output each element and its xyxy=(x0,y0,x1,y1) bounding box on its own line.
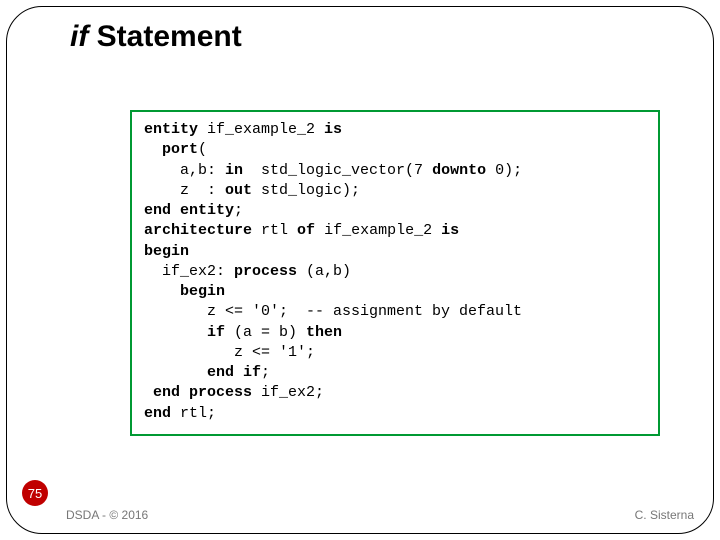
code-t xyxy=(144,324,207,341)
code-box: entity if_example_2 is port( a,b: in std… xyxy=(130,110,660,436)
kw-then: then xyxy=(306,324,342,341)
code-t: rtl xyxy=(252,222,297,239)
code-t: z <= '0'; -- assignment by default xyxy=(144,303,522,320)
code-t: if_example_2 xyxy=(315,222,441,239)
code-t: z : xyxy=(144,182,225,199)
kw-process: process xyxy=(234,263,297,280)
footer-left: DSDA - © 2016 xyxy=(66,508,148,522)
code-t: z <= '1'; xyxy=(144,344,315,361)
code-t xyxy=(144,364,207,381)
code-t: ; xyxy=(261,364,270,381)
kw-of: of xyxy=(297,222,315,239)
kw-endprocess: end process xyxy=(153,384,252,401)
code-t: rtl; xyxy=(171,405,216,422)
code-t: if_ex2: xyxy=(144,263,234,280)
kw-begin2: begin xyxy=(180,283,225,300)
code-t: std_logic); xyxy=(252,182,360,199)
kw-downto: downto xyxy=(432,162,486,179)
code-t: if_ex2; xyxy=(252,384,324,401)
code-t: (a,b) xyxy=(297,263,351,280)
code-t: std_logic_vector(7 xyxy=(243,162,432,179)
code-t: a,b: xyxy=(144,162,225,179)
kw-port: port xyxy=(144,141,198,158)
page-title: if Statement xyxy=(70,20,242,54)
kw-is: is xyxy=(324,121,342,138)
kw-begin: begin xyxy=(144,243,189,260)
footer-right: C. Sisterna xyxy=(635,508,694,522)
kw-in: in xyxy=(225,162,243,179)
code-t: ; xyxy=(234,202,243,219)
code-t: ( xyxy=(198,141,207,158)
kw-end: end xyxy=(144,405,171,422)
code-t xyxy=(144,283,180,300)
code-t: 0); xyxy=(486,162,522,179)
kw-entity: entity xyxy=(144,121,198,138)
title-rest: Statement xyxy=(88,20,241,53)
kw-endif: end if xyxy=(207,364,261,381)
title-italic: if xyxy=(70,20,88,53)
kw-if: if xyxy=(207,324,225,341)
kw-end-entity: end entity xyxy=(144,202,234,219)
kw-architecture: architecture xyxy=(144,222,252,239)
code-t: if_example_2 xyxy=(198,121,324,138)
kw-is2: is xyxy=(441,222,459,239)
code-t xyxy=(144,384,153,401)
slide-number-badge: 75 xyxy=(22,480,48,506)
kw-out: out xyxy=(225,182,252,199)
code-t: (a = b) xyxy=(225,324,306,341)
